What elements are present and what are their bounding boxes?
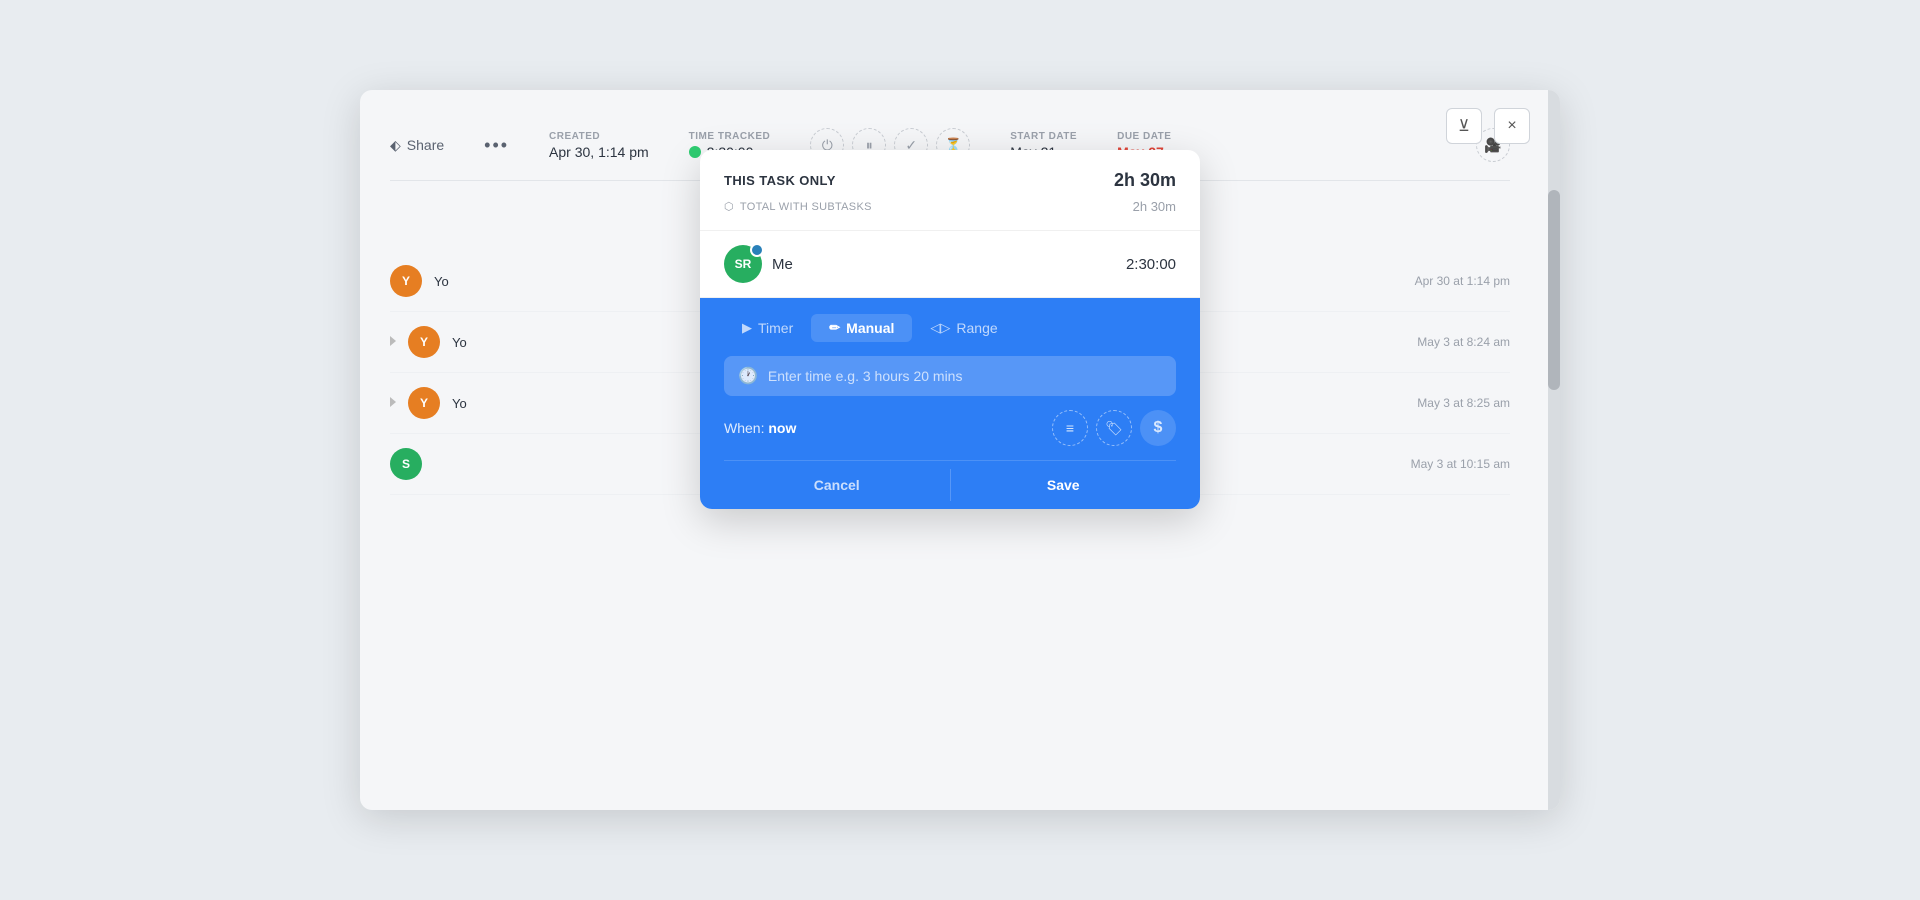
when-text: When: (724, 420, 764, 436)
tab-manual[interactable]: ✏ Manual (811, 314, 912, 342)
timer-tab-icon: ▶ (742, 320, 752, 336)
billable-icon-btn[interactable]: $ (1140, 410, 1176, 446)
avatar-badge (750, 243, 764, 257)
notes-icon-btn[interactable]: ≡ (1052, 410, 1088, 446)
app-window: ⊻ × ⬖ Share ••• CREATED Apr 30, 1:14 pm … (360, 90, 1560, 810)
activity-avatar-3: Y (408, 387, 440, 419)
window-controls: ⊻ × (1446, 108, 1530, 144)
when-icon-group: ≡ 🏷 $ (1052, 410, 1176, 446)
share-button[interactable]: ⬖ Share (390, 137, 444, 154)
manual-tab-label: Manual (846, 320, 894, 336)
tab-range[interactable]: ◁▷ Range (912, 314, 1015, 342)
tracking-tabs: ▶ Timer ✏ Manual ◁▷ Range (724, 314, 1176, 342)
popup-blue-section: ▶ Timer ✏ Manual ◁▷ Range 🕐 (700, 298, 1200, 509)
expand-arrow-3[interactable] (390, 396, 396, 410)
tab-timer[interactable]: ▶ Timer (724, 314, 811, 342)
subtask-row: ⬡ TOTAL WITH SUBTASKS 2h 30m (724, 199, 1176, 214)
save-button[interactable]: Save (951, 461, 1177, 509)
task-time-row: THIS TASK ONLY 2h 30m (724, 170, 1176, 191)
scrollbar[interactable] (1548, 90, 1560, 810)
collapse-icon: ⊻ (1458, 116, 1470, 136)
avatar-group: SR Me (724, 245, 793, 283)
created-label: CREATED (549, 131, 649, 142)
activity-time-1: Apr 30 at 1:14 pm (1415, 274, 1510, 288)
range-tab-label: Range (956, 320, 997, 336)
collapse-button[interactable]: ⊻ (1446, 108, 1482, 144)
created-value: Apr 30, 1:14 pm (549, 144, 649, 160)
time-tracked-label: TIME TRACKED (689, 131, 771, 142)
scrollbar-thumb[interactable] (1548, 190, 1560, 390)
when-label: When: now (724, 420, 796, 436)
task-total-time: 2h 30m (1114, 170, 1176, 191)
task-only-label: THIS TASK ONLY (724, 173, 836, 188)
start-date-label: START DATE (1010, 131, 1077, 142)
popup-user-row: SR Me 2:30:00 (700, 231, 1200, 298)
expand-arrow-2[interactable] (390, 335, 396, 349)
clock-icon: 🕐 (738, 366, 758, 386)
time-input[interactable] (768, 368, 1162, 384)
activity-avatar-2: Y (408, 326, 440, 358)
created-field: CREATED Apr 30, 1:14 pm (549, 131, 649, 160)
subtask-label-text: TOTAL WITH SUBTASKS (740, 201, 872, 213)
user-avatar: SR (724, 245, 762, 283)
avatar-initials: SR (735, 257, 752, 271)
recording-dot (689, 146, 701, 158)
time-tracking-popup: THIS TASK ONLY 2h 30m ⬡ TOTAL WITH SUBTA… (700, 150, 1200, 509)
activity-avatar-1: Y (390, 265, 422, 297)
close-button[interactable]: × (1494, 108, 1530, 144)
activity-time-2: May 3 at 8:24 am (1417, 335, 1510, 349)
close-icon: × (1507, 117, 1516, 135)
subtask-time: 2h 30m (1133, 199, 1176, 214)
time-input-wrapper: 🕐 (724, 356, 1176, 396)
range-tab-icon: ◁▷ (930, 320, 950, 336)
timer-tab-label: Timer (758, 320, 793, 336)
share-label: Share (407, 137, 444, 153)
activity-time-4: May 3 at 10:15 am (1411, 457, 1510, 471)
when-value[interactable]: now (768, 420, 796, 436)
cancel-button[interactable]: Cancel (724, 461, 950, 509)
popup-header: THIS TASK ONLY 2h 30m ⬡ TOTAL WITH SUBTA… (700, 150, 1200, 231)
user-time-value: 2:30:00 (1126, 256, 1176, 273)
tag-icon-btn[interactable]: 🏷 (1096, 410, 1132, 446)
share-icon: ⬖ (390, 137, 401, 154)
popup-footer: Cancel Save (724, 460, 1176, 509)
activity-time-3: May 3 at 8:25 am (1417, 396, 1510, 410)
more-button[interactable]: ••• (484, 135, 509, 156)
user-name: Me (772, 256, 793, 273)
subtask-icon: ⬡ (724, 200, 734, 213)
main-content: ⬖ Share ••• CREATED Apr 30, 1:14 pm TIME… (360, 90, 1560, 515)
subtask-label: ⬡ TOTAL WITH SUBTASKS (724, 200, 872, 213)
activity-avatar-4: S (390, 448, 422, 480)
when-row: When: now ≡ 🏷 $ (724, 410, 1176, 460)
due-date-label: DUE DATE (1117, 131, 1171, 142)
manual-tab-icon: ✏ (829, 320, 840, 336)
